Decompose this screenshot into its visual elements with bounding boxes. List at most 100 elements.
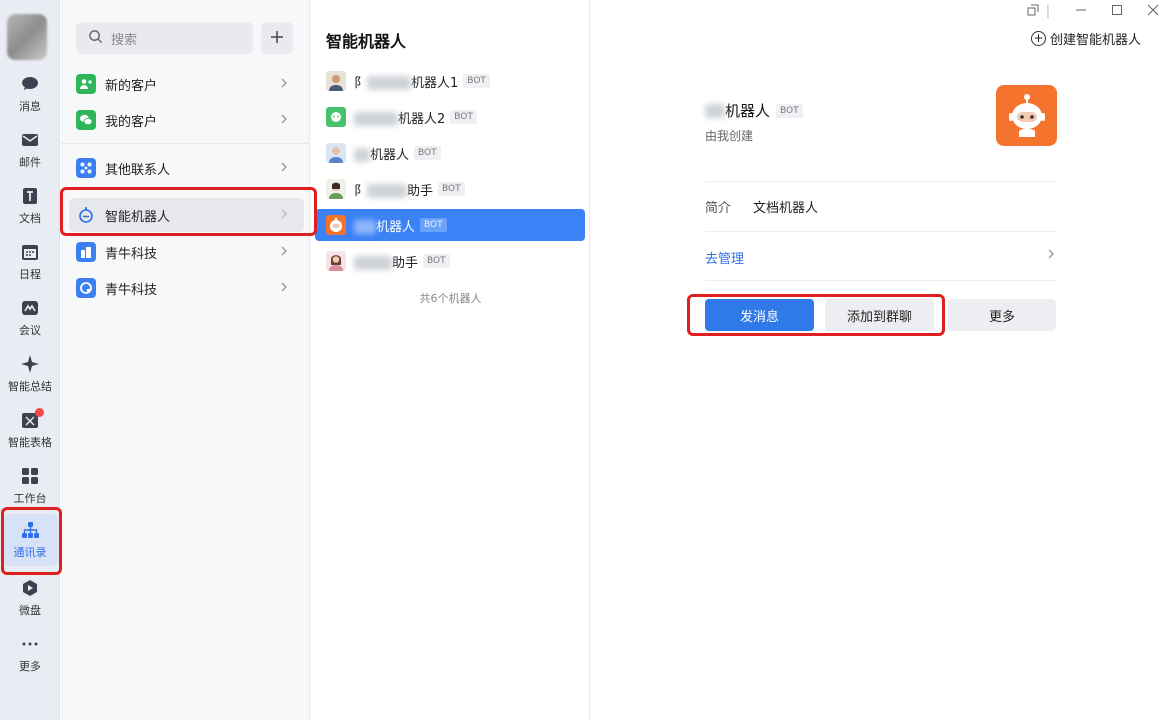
rail-item-smart-table[interactable]: 智能表格 <box>2 404 58 456</box>
redacted-text <box>367 184 408 198</box>
meeting-icon <box>20 298 40 318</box>
rail-label: 微盘 <box>19 604 41 617</box>
create-bot-button[interactable]: + 创建智能机器人 <box>1030 29 1141 48</box>
bot-detail-avatar <box>996 85 1057 146</box>
rail-item-calendar[interactable]: 日程 <box>2 236 58 288</box>
user-avatar[interactable] <box>7 14 47 60</box>
contacts-panel: 搜索 新的客户 我的客户 其他联系人 智能机器人 青牛科技 青牛科技 <box>61 0 310 720</box>
rail-item-more[interactable]: 更多 <box>2 628 58 680</box>
bot-name: 阝助手 <box>354 183 434 199</box>
bot-row[interactable]: 阝助手 BOT <box>315 173 585 205</box>
contact-item-label: 我的客户 <box>105 114 158 130</box>
redacted-text <box>354 112 398 126</box>
rail-label: 文档 <box>19 212 41 225</box>
search-input[interactable]: 搜索 <box>76 22 253 54</box>
contact-item-company-2[interactable]: 青牛科技 <box>69 271 304 305</box>
bot-row[interactable]: 机器人2 BOT <box>315 101 585 133</box>
divider <box>705 280 1057 281</box>
contact-item-label: 新的客户 <box>105 78 158 94</box>
rail-label: 更多 <box>19 660 41 673</box>
rail-item-workbench[interactable]: 工作台 <box>2 460 58 512</box>
bot-name: 阝机器人1 <box>354 75 459 91</box>
redacted-text <box>705 103 725 118</box>
bot-row[interactable]: 阝机器人1 BOT <box>315 65 585 97</box>
contact-item-company-1[interactable]: 青牛科技 <box>69 235 304 269</box>
rail-label: 智能表格 <box>8 436 52 449</box>
contact-item-label: 智能机器人 <box>105 209 171 225</box>
chevron-right-icon[interactable] <box>1047 248 1055 264</box>
send-message-button[interactable]: 发消息 <box>705 299 814 331</box>
grid-icon <box>20 466 40 486</box>
plus-icon <box>269 26 285 51</box>
bot-avatar <box>326 215 346 235</box>
chevron-right-icon <box>280 113 296 128</box>
chevron-right-icon <box>280 161 296 176</box>
search-placeholder: 搜索 <box>111 32 138 48</box>
other-contacts-icon <box>76 158 96 178</box>
divider <box>61 143 310 144</box>
chevron-right-icon <box>280 281 296 296</box>
maximize-icon[interactable] <box>1107 4 1127 20</box>
notification-dot <box>35 408 44 417</box>
bot-avatar <box>326 71 346 91</box>
contact-item-new-customers[interactable]: 新的客户 <box>69 67 304 101</box>
rail-label: 邮件 <box>19 156 41 169</box>
bot-badge: BOT <box>438 182 465 196</box>
redacted-text <box>354 256 392 270</box>
rail-item-mail[interactable]: 邮件 <box>2 124 58 176</box>
rail-item-docs[interactable]: 文档 <box>2 180 58 232</box>
bot-name: 助手 <box>354 252 418 271</box>
window-separator: | <box>1045 4 1051 19</box>
redacted-text <box>354 148 370 162</box>
minimize-icon[interactable] <box>1071 4 1091 20</box>
bot-row[interactable]: 机器人 BOT <box>315 137 585 169</box>
contact-item-other-contacts[interactable]: 其他联系人 <box>69 151 304 185</box>
rail-label: 日程 <box>19 268 41 281</box>
more-dots-icon <box>20 634 40 654</box>
org-chart-icon <box>20 520 40 540</box>
add-button[interactable] <box>261 22 293 54</box>
add-customer-icon <box>76 74 96 94</box>
rail-item-meeting[interactable]: 会议 <box>2 292 58 344</box>
more-button[interactable]: 更多 <box>948 299 1056 331</box>
rail-label: 消息 <box>19 100 41 113</box>
rail-item-contacts[interactable]: 通讯录 <box>2 514 58 566</box>
search-icon <box>88 29 103 48</box>
contact-item-label: 青牛科技 <box>105 246 158 262</box>
redacted-text <box>367 76 412 90</box>
sparkle-icon <box>20 354 40 374</box>
divider <box>705 181 1057 182</box>
app-window: 消息 邮件 文档 日程 会议 智能总结 智能表格 工作台 通讯录 微盘 更多 搜… <box>0 0 1171 720</box>
building-icon <box>76 242 96 262</box>
bot-detail-panel: | + 创建智能机器人 机器人 BOT 由我创建 简介 文档机器人 去管理 发消… <box>591 0 1171 720</box>
rail-item-smart-summary[interactable]: 智能总结 <box>2 348 58 400</box>
rail-label: 工作台 <box>13 492 47 505</box>
company-logo-icon <box>76 278 96 298</box>
rail-item-drive[interactable]: 微盘 <box>2 572 58 624</box>
contact-item-smart-robots[interactable]: 智能机器人 <box>69 198 304 232</box>
contact-item-my-customers[interactable]: 我的客户 <box>69 103 304 137</box>
bot-count: 共6个机器人 <box>419 292 482 305</box>
mail-icon <box>20 130 40 150</box>
bot-row-selected[interactable]: 机器人 BOT <box>315 209 585 241</box>
close-icon[interactable] <box>1143 4 1163 20</box>
rail-label: 会议 <box>19 324 41 337</box>
plus-circle-icon: + <box>1030 31 1046 46</box>
chevron-right-icon <box>280 77 296 92</box>
bot-badge: BOT <box>423 254 450 268</box>
manage-link[interactable]: 去管理 <box>705 248 744 267</box>
bot-row[interactable]: 助手 BOT <box>315 245 585 277</box>
intro-label: 简介 <box>705 201 732 216</box>
bot-badge: BOT <box>420 218 447 232</box>
bot-badge: BOT <box>414 146 441 160</box>
left-nav-rail: 消息 邮件 文档 日程 会议 智能总结 智能表格 工作台 通讯录 微盘 更多 <box>0 0 60 720</box>
bot-avatar <box>326 143 346 163</box>
add-to-group-button[interactable]: 添加到群聊 <box>825 299 934 331</box>
bot-list-panel: 智能机器人 阝机器人1 BOT 机器人2 BOT 机器人 BOT 阝 助手 BO… <box>311 0 590 720</box>
rail-item-messages[interactable]: 消息 <box>2 68 58 120</box>
document-icon <box>20 186 40 206</box>
calendar-icon <box>20 242 40 262</box>
create-bot-label: 创建智能机器人 <box>1049 33 1141 48</box>
bot-badge: BOT <box>463 74 490 88</box>
bot-avatar <box>326 179 346 199</box>
